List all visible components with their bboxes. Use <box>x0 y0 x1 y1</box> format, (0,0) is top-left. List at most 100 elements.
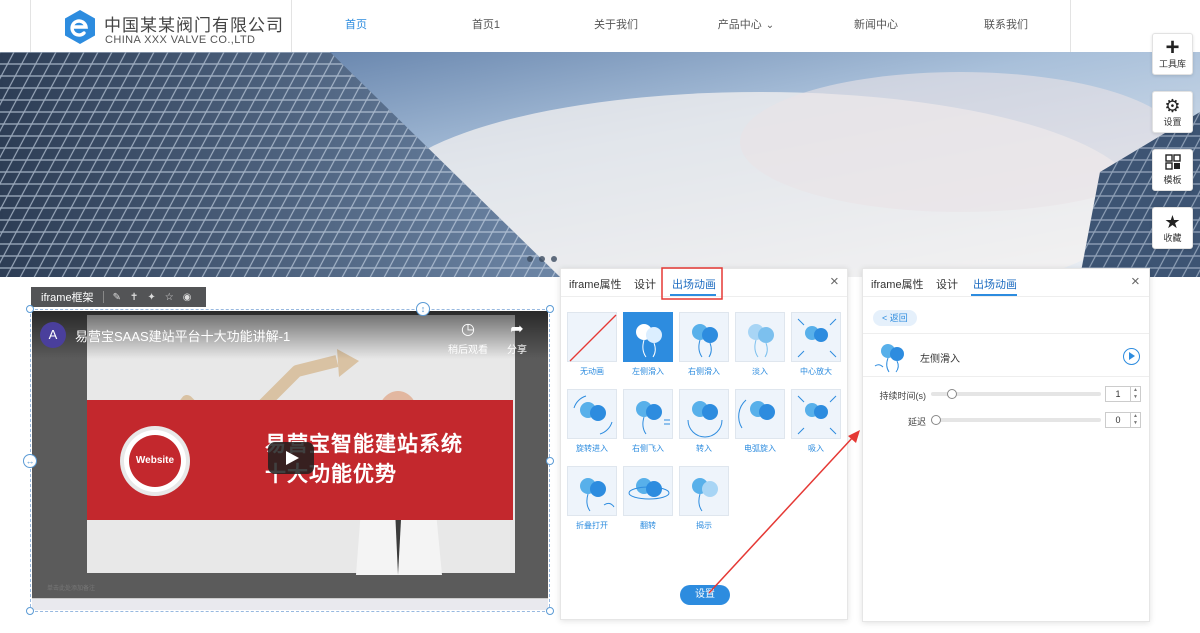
duration-input[interactable]: 1 <box>1105 386 1131 402</box>
company-logo-icon[interactable] <box>62 9 98 45</box>
banner-image <box>0 52 1200 277</box>
animation-panel: iframe属性 设计 出场动画 × 无动画 左侧滑入 右侧滑入 淡入 中心放大 <box>560 268 848 620</box>
balloon-icon <box>748 324 774 358</box>
website-badge: Website <box>129 435 181 487</box>
duration-stepper[interactable]: ▲ ▼ <box>1131 386 1141 402</box>
animation-option-turn-in[interactable] <box>679 389 729 439</box>
nav-label: 关于我们 <box>594 19 638 31</box>
close-icon[interactable]: × <box>830 274 839 289</box>
animation-option-rotate-in[interactable] <box>567 389 617 439</box>
star-outline-icon[interactable]: ☆ <box>165 292 174 303</box>
video-taskbar <box>32 598 548 610</box>
toolbox-button[interactable]: + 工具库 <box>1152 33 1193 75</box>
nav-item-about[interactable]: 关于我们 <box>551 0 681 52</box>
template-button[interactable]: 模板 <box>1152 149 1193 191</box>
nav-item-products[interactable]: 产品中心 ⌄ <box>681 0 811 52</box>
resize-handle-top[interactable]: ↕ <box>416 302 430 316</box>
balloon-icon <box>636 401 670 435</box>
link-icon[interactable]: ✝ <box>130 292 138 303</box>
animation-option-reveal[interactable] <box>679 466 729 516</box>
resize-handle-left[interactable]: ↔ <box>23 454 37 468</box>
banner-pagination[interactable] <box>527 256 557 262</box>
animation-label: 左侧滑入 <box>632 367 664 376</box>
animation-label: 淡入 <box>752 367 768 376</box>
back-button[interactable]: < 返回 <box>873 310 917 326</box>
animation-label: 右侧滑入 <box>688 367 720 376</box>
resize-handle-bottom-right[interactable] <box>546 607 554 615</box>
no-animation-icon <box>569 314 617 362</box>
balloon-icon <box>692 324 718 358</box>
tab-entrance-animation[interactable]: 出场动画 <box>973 276 1017 292</box>
chevron-down-icon: ⌄ <box>765 20 775 31</box>
nav-label: 新闻中心 <box>854 19 898 31</box>
video-play-button[interactable] <box>268 442 314 474</box>
balloon-icon <box>797 318 837 358</box>
animation-option-zoom-center[interactable] <box>791 312 841 362</box>
share-label: 分享 <box>507 345 527 356</box>
delay-input[interactable]: 0 <box>1105 412 1131 428</box>
animation-option-none[interactable] <box>567 312 617 362</box>
animation-label: 无动画 <box>580 367 604 376</box>
toolbox-label: 工具库 <box>1158 59 1186 69</box>
watch-later-button[interactable]: ◷ 稍后观看 <box>448 319 488 356</box>
duration-label: 持续时间(s) <box>879 391 927 401</box>
animation-option-slide-right[interactable] <box>679 312 729 362</box>
brand-name-en: CHINA XXX VALVE CO.,LTD <box>105 34 256 46</box>
share-icon: ➦ <box>510 321 524 338</box>
embedded-video[interactable]: Website 易营宝智能建站系统 十大功能优势 A 易营宝SAAS建站平台十大… <box>32 311 548 610</box>
favorites-button[interactable]: ★ 收藏 <box>1152 207 1193 249</box>
balloon-icon <box>580 478 615 512</box>
clock-icon: ◷ <box>461 321 475 338</box>
animation-option-fly-right[interactable] <box>623 389 673 439</box>
watch-later-label: 稍后观看 <box>448 345 488 356</box>
settings-button[interactable]: ⚙ 设置 <box>1152 91 1193 133</box>
animation-option-suck-in[interactable] <box>791 389 841 439</box>
tab-iframe-properties[interactable]: iframe属性 <box>871 276 924 292</box>
animation-settings-panel: iframe属性 设计 出场动画 × < 返回 左侧滑入 持续时间(s) 1 ▲… <box>862 268 1150 622</box>
nav-item-contact[interactable]: 联系我们 <box>941 0 1071 52</box>
resize-handle-top-right[interactable] <box>546 305 554 313</box>
duration-slider-knob[interactable] <box>947 389 957 399</box>
pagination-dot[interactable] <box>539 256 545 262</box>
nav-item-home1[interactable]: 首页1 <box>421 0 551 52</box>
tab-design[interactable]: 设计 <box>936 276 958 292</box>
resize-handle-bottom-left[interactable] <box>26 607 34 615</box>
nav-item-home[interactable]: 首页 <box>291 0 421 52</box>
star-icon: ★ <box>1164 212 1181 232</box>
nav-label: 产品中心 <box>717 19 762 31</box>
channel-avatar[interactable]: A <box>40 322 66 348</box>
magic-wand-icon[interactable]: ✦ <box>147 292 155 303</box>
pagination-dot[interactable] <box>527 256 533 262</box>
preview-play-icon[interactable] <box>1123 348 1140 365</box>
close-icon[interactable]: × <box>1131 274 1140 289</box>
edit-icon[interactable]: ✎ <box>113 292 121 303</box>
nav-label: 首页1 <box>471 19 501 31</box>
animation-label: 电弧旋入 <box>744 444 776 453</box>
delay-slider-knob[interactable] <box>931 415 941 425</box>
animation-label: 中心放大 <box>800 367 832 376</box>
animation-option-fade-in[interactable] <box>735 312 785 362</box>
animation-option-slide-left[interactable] <box>623 312 673 362</box>
delay-slider[interactable] <box>931 418 1101 422</box>
template-label: 模板 <box>1163 175 1182 185</box>
delay-label: 延迟 <box>907 417 926 427</box>
pagination-dot[interactable] <box>551 256 557 262</box>
nav-item-news[interactable]: 新闻中心 <box>811 0 941 52</box>
delay-stepper[interactable]: ▲ ▼ <box>1131 412 1141 428</box>
resize-handle-top-left[interactable] <box>26 305 34 313</box>
video-title[interactable]: 易营宝SAAS建站平台十大功能讲解-1 <box>75 326 290 345</box>
share-button[interactable]: ➦ 分享 <box>507 319 527 356</box>
animation-option-fold-open[interactable] <box>567 466 617 516</box>
tab-entrance-animation[interactable]: 出场动画 <box>672 276 716 292</box>
eye-icon[interactable]: ◉ <box>183 292 192 303</box>
panel-tabs: iframe属性 设计 出场动画 × <box>561 269 847 297</box>
animation-option-arc-in[interactable] <box>735 389 785 439</box>
animation-option-flip[interactable] <box>623 466 673 516</box>
tab-design[interactable]: 设计 <box>634 276 656 292</box>
balloon-icon <box>628 478 670 500</box>
setup-button[interactable]: 设置 <box>680 585 730 605</box>
hero-banner <box>0 52 1200 277</box>
annotation-arrow-head <box>848 430 860 443</box>
resize-handle-right[interactable] <box>546 457 554 465</box>
tab-iframe-properties[interactable]: iframe属性 <box>569 276 622 292</box>
